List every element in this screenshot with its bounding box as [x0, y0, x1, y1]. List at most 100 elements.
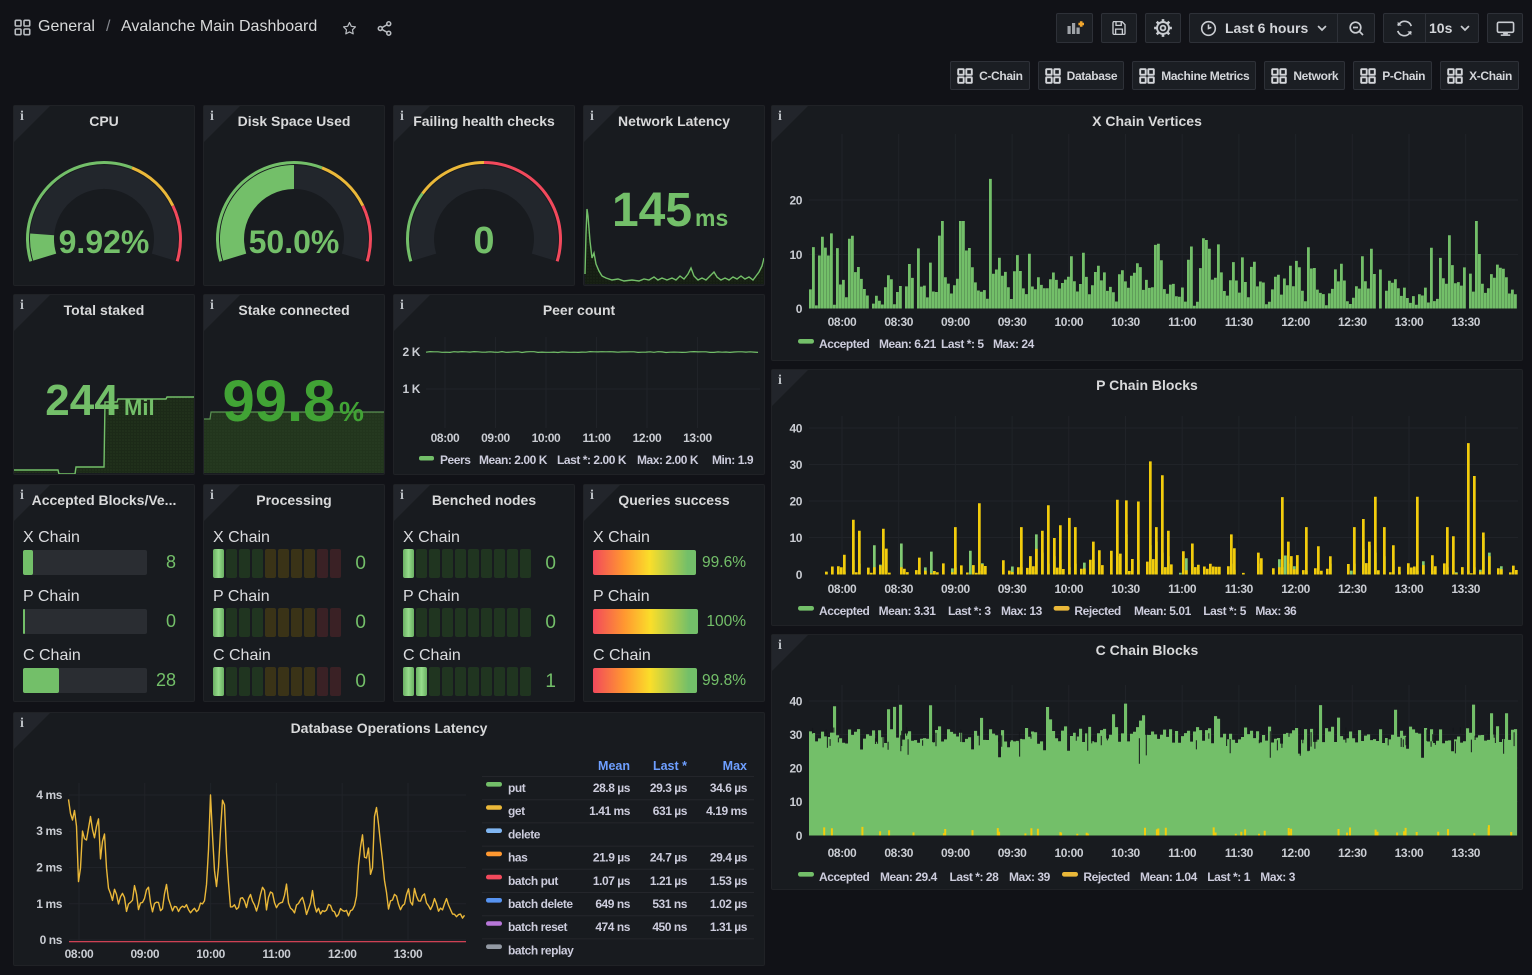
svg-text:0: 0 — [796, 568, 803, 582]
svg-text:Max: Max — [723, 759, 747, 773]
svg-text:13:30: 13:30 — [1451, 582, 1480, 596]
svg-text:09:30: 09:30 — [998, 315, 1027, 329]
svg-text:Accepted: Accepted — [819, 870, 870, 884]
svg-text:09:00: 09:00 — [941, 846, 970, 860]
svg-text:10:30: 10:30 — [1111, 315, 1140, 329]
svg-text:09:00: 09:00 — [941, 315, 970, 329]
svg-text:0 ns: 0 ns — [40, 933, 63, 947]
svg-text:0: 0 — [796, 829, 803, 843]
svg-text:3 ms: 3 ms — [36, 824, 62, 838]
svg-text:Accepted: Accepted — [819, 337, 870, 351]
svg-text:12:00: 12:00 — [1281, 582, 1310, 596]
svg-text:Mean: 6.21: Mean: 6.21 — [879, 337, 937, 351]
svg-text:11:00: 11:00 — [1168, 582, 1197, 596]
svg-text:batch delete: batch delete — [508, 897, 573, 911]
svg-text:1.02 µs: 1.02 µs — [710, 897, 748, 911]
svg-text:13:00: 13:00 — [1395, 846, 1424, 860]
svg-text:put: put — [508, 781, 526, 795]
svg-text:649 ns: 649 ns — [595, 897, 630, 911]
svg-text:28.8 µs: 28.8 µs — [593, 781, 631, 795]
svg-text:10: 10 — [789, 248, 802, 262]
svg-text:Mean: 2.00 K: Mean: 2.00 K — [479, 453, 548, 467]
svg-text:10:00: 10:00 — [1054, 315, 1083, 329]
svg-text:0: 0 — [473, 220, 494, 262]
svg-text:20: 20 — [789, 495, 802, 509]
svg-text:Mean: 5.01: Mean: 5.01 — [1134, 604, 1192, 618]
svg-text:11:30: 11:30 — [1225, 582, 1254, 596]
svg-text:Last *: 2.00 K: Last *: 2.00 K — [557, 453, 627, 467]
svg-text:30: 30 — [789, 458, 802, 472]
svg-text:4 ms: 4 ms — [36, 788, 62, 802]
svg-text:batch replay: batch replay — [508, 943, 574, 957]
svg-text:0: 0 — [796, 302, 803, 316]
svg-text:20: 20 — [789, 762, 802, 776]
svg-text:12:00: 12:00 — [328, 947, 357, 961]
svg-text:21.9 µs: 21.9 µs — [593, 851, 631, 865]
svg-text:delete: delete — [508, 827, 541, 841]
svg-text:Max: 36: Max: 36 — [1255, 604, 1297, 618]
svg-text:Mean: 1.04: Mean: 1.04 — [1140, 870, 1198, 884]
svg-text:13:00: 13:00 — [394, 947, 423, 961]
svg-text:11:00: 11:00 — [262, 947, 291, 961]
svg-text:1.21 µs: 1.21 µs — [650, 874, 688, 888]
svg-text:244: 244 — [45, 376, 119, 425]
svg-text:1 K: 1 K — [403, 382, 421, 396]
svg-text:12:00: 12:00 — [1281, 315, 1310, 329]
svg-text:has: has — [508, 851, 528, 865]
svg-text:08:30: 08:30 — [884, 315, 913, 329]
svg-text:1.53 µs: 1.53 µs — [710, 874, 748, 888]
svg-text:11:30: 11:30 — [1225, 846, 1254, 860]
svg-text:Mean: 3.31: Mean: 3.31 — [879, 604, 937, 618]
svg-text:Accepted: Accepted — [819, 604, 870, 618]
svg-text:13:30: 13:30 — [1451, 846, 1480, 860]
svg-text:450 ns: 450 ns — [652, 920, 687, 934]
svg-text:08:00: 08:00 — [828, 315, 857, 329]
svg-text:10:00: 10:00 — [1054, 582, 1083, 596]
svg-text:Max: 2.00 K: Max: 2.00 K — [637, 453, 699, 467]
svg-text:10: 10 — [789, 531, 802, 545]
svg-text:Min: 1.9: Min: 1.9 — [712, 453, 754, 467]
svg-text:12:00: 12:00 — [1281, 846, 1310, 860]
svg-text:08:00: 08:00 — [65, 947, 94, 961]
svg-text:50.0%: 50.0% — [249, 224, 340, 260]
svg-text:09:00: 09:00 — [481, 431, 510, 445]
svg-text:29.3 µs: 29.3 µs — [650, 781, 688, 795]
svg-text:ms: ms — [695, 205, 728, 231]
svg-text:12:00: 12:00 — [633, 431, 662, 445]
svg-text:24.7 µs: 24.7 µs — [650, 851, 688, 865]
svg-text:08:00: 08:00 — [828, 582, 857, 596]
svg-text:9.92%: 9.92% — [59, 224, 150, 260]
svg-text:20: 20 — [789, 194, 802, 208]
svg-text:99.8: 99.8 — [223, 369, 336, 434]
svg-text:30: 30 — [789, 728, 802, 742]
svg-text:Max: 3: Max: 3 — [1260, 870, 1295, 884]
svg-text:Mean: Mean — [598, 759, 630, 773]
svg-text:Last *: 1: Last *: 1 — [1207, 870, 1250, 884]
svg-text:12:30: 12:30 — [1338, 582, 1367, 596]
svg-text:batch reset: batch reset — [508, 920, 568, 934]
svg-text:get: get — [508, 804, 525, 818]
svg-text:13:30: 13:30 — [1451, 315, 1480, 329]
svg-text:2 ms: 2 ms — [36, 861, 62, 875]
svg-text:Peers: Peers — [440, 453, 471, 467]
svg-text:34.6 µs: 34.6 µs — [710, 781, 748, 795]
svg-text:08:30: 08:30 — [884, 846, 913, 860]
svg-text:09:30: 09:30 — [998, 582, 1027, 596]
svg-text:11:00: 11:00 — [582, 431, 611, 445]
svg-text:12:30: 12:30 — [1338, 315, 1367, 329]
svg-text:11:00: 11:00 — [1168, 315, 1197, 329]
svg-text:09:30: 09:30 — [998, 846, 1027, 860]
svg-text:Last *: 28: Last *: 28 — [950, 870, 1000, 884]
svg-text:1.07 µs: 1.07 µs — [593, 874, 631, 888]
svg-text:631 µs: 631 µs — [653, 804, 688, 818]
svg-text:13:00: 13:00 — [683, 431, 712, 445]
svg-text:Max: 39: Max: 39 — [1009, 870, 1051, 884]
svg-text:13:00: 13:00 — [1395, 315, 1424, 329]
svg-text:1.41 ms: 1.41 ms — [589, 804, 631, 818]
svg-text:145: 145 — [612, 184, 692, 237]
svg-text:12:30: 12:30 — [1338, 846, 1367, 860]
svg-text:10:30: 10:30 — [1111, 582, 1140, 596]
svg-text:29.4 µs: 29.4 µs — [710, 851, 748, 865]
svg-text:10:30: 10:30 — [1111, 846, 1140, 860]
svg-text:09:00: 09:00 — [130, 947, 159, 961]
